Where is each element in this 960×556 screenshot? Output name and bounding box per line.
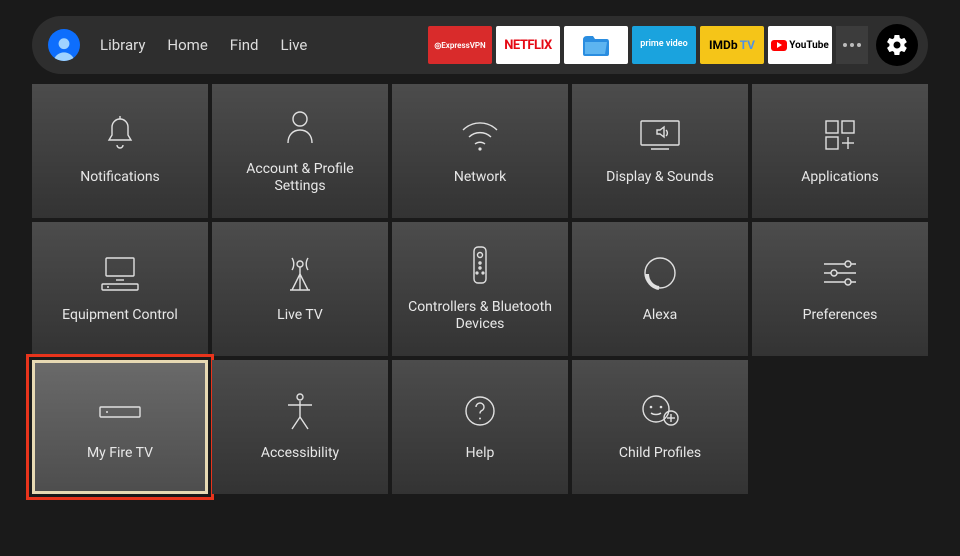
tile-my-fire-tv[interactable]: My Fire TV (32, 360, 208, 494)
app-shortcuts: ◎ExpressVPN NETFLIX prime video IMDbTV Y… (428, 24, 918, 66)
tile-label: Live TV (269, 307, 331, 325)
tile-label: Alexa (635, 307, 686, 325)
tile-equipment-control[interactable]: Equipment Control (32, 222, 208, 356)
tile-label: Display & Sounds (598, 169, 722, 187)
tile-preferences[interactable]: Preferences (752, 222, 928, 356)
user-icon (282, 107, 318, 147)
app-imdb-tv[interactable]: IMDbTV (700, 26, 764, 64)
app-expressvpn[interactable]: ◎ExpressVPN (428, 26, 492, 64)
tile-label: Account & Profile Settings (212, 161, 388, 196)
tile-label: Network (446, 169, 514, 187)
sliders-icon (820, 253, 860, 293)
help-icon (462, 391, 498, 431)
tile-notifications[interactable]: Notifications (32, 84, 208, 218)
more-apps-button[interactable] (836, 26, 868, 64)
tile-accessibility[interactable]: Accessibility (212, 360, 388, 494)
nav-live[interactable]: Live (280, 36, 307, 54)
child-profiles-icon (639, 391, 681, 431)
equipment-icon (98, 253, 142, 293)
alexa-icon (641, 253, 679, 293)
tile-network[interactable]: Network (392, 84, 568, 218)
tile-help[interactable]: Help (392, 360, 568, 494)
tile-display-sounds[interactable]: Display & Sounds (572, 84, 748, 218)
firetv-box-icon (96, 391, 144, 431)
tile-label: Help (458, 445, 503, 463)
tile-applications[interactable]: Applications (752, 84, 928, 218)
tile-label: Preferences (795, 307, 886, 325)
tile-alexa[interactable]: Alexa (572, 222, 748, 356)
top-nav-bar: Library Home Find Live ◎ExpressVPN NETFL… (32, 16, 928, 74)
nav-links: Library Home Find Live (100, 36, 307, 54)
nav-library[interactable]: Library (100, 36, 145, 54)
remote-icon (468, 245, 492, 285)
accessibility-icon (282, 391, 318, 431)
app-youtube[interactable]: YouTube (768, 26, 832, 64)
tile-account-profile[interactable]: Account & Profile Settings (212, 84, 388, 218)
settings-button[interactable] (876, 24, 918, 66)
apps-grid-icon (822, 115, 858, 155)
tile-label: My Fire TV (79, 445, 161, 463)
profile-avatar[interactable] (48, 29, 80, 61)
tile-label: Accessibility (253, 445, 347, 463)
nav-home[interactable]: Home (167, 36, 207, 54)
antenna-icon (282, 253, 318, 293)
tile-label: Child Profiles (611, 445, 709, 463)
settings-grid: Notifications Account & Profile Settings… (32, 84, 928, 494)
tile-label: Equipment Control (54, 307, 186, 325)
tile-live-tv[interactable]: Live TV (212, 222, 388, 356)
app-prime-video[interactable]: prime video (632, 26, 696, 64)
app-netflix[interactable]: NETFLIX (496, 26, 560, 64)
tile-child-profiles[interactable]: Child Profiles (572, 360, 748, 494)
nav-find[interactable]: Find (230, 36, 259, 54)
wifi-icon (459, 115, 501, 155)
tile-label: Notifications (72, 169, 168, 187)
app-es-file-explorer[interactable] (564, 26, 628, 64)
tile-controllers-bluetooth[interactable]: Controllers & Bluetooth Devices (392, 222, 568, 356)
display-icon (637, 115, 683, 155)
bell-icon (102, 115, 138, 155)
tile-label: Controllers & Bluetooth Devices (392, 299, 568, 334)
tile-label: Applications (793, 169, 887, 187)
